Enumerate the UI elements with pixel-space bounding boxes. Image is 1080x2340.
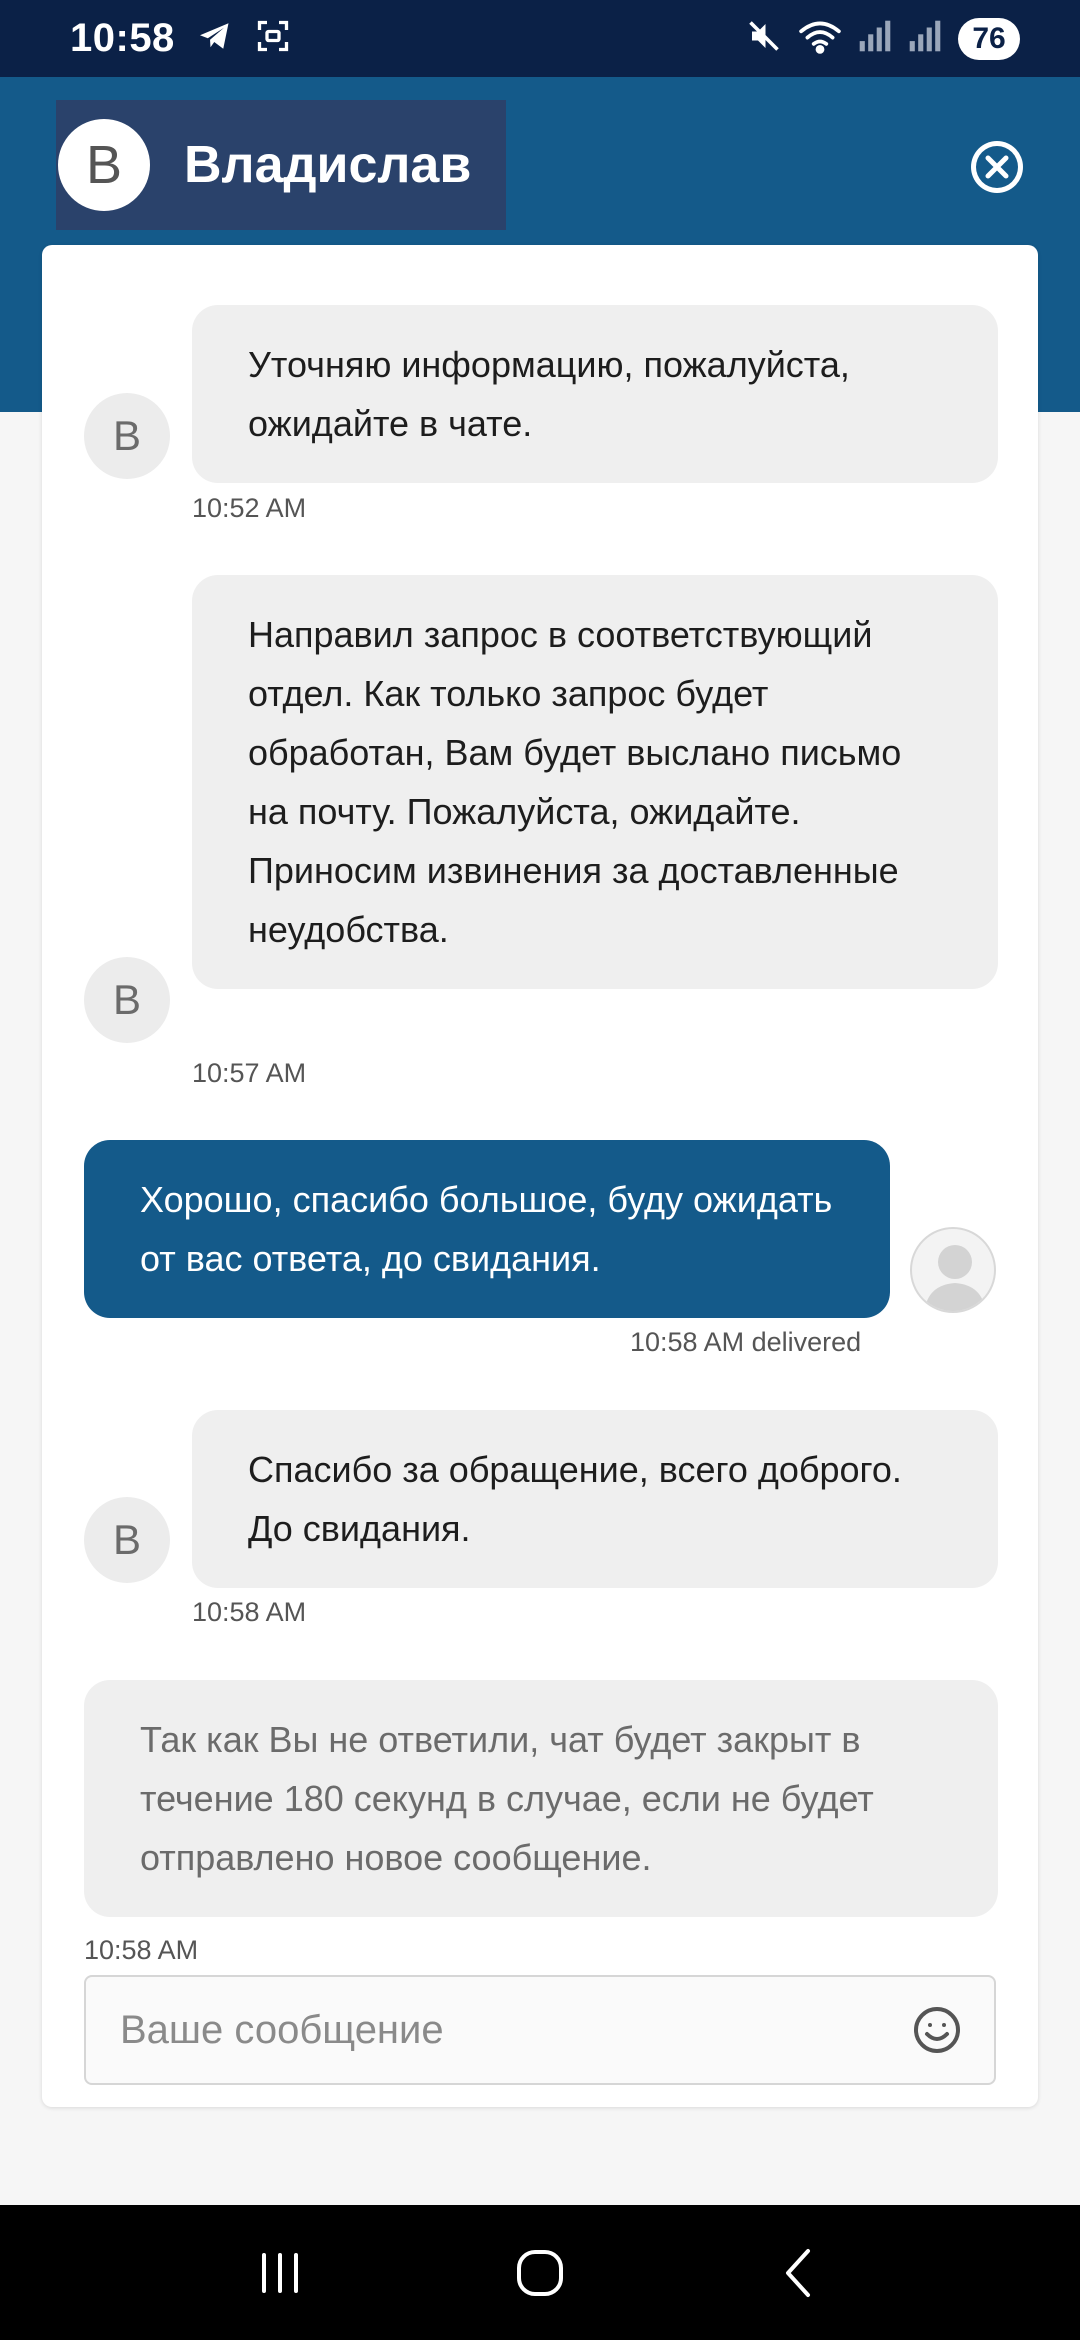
message-text: Направил запрос в соответствующий отдел.… [248, 614, 902, 950]
status-bar: 10:58 76 [0, 0, 1080, 77]
message-time: 10:58 AM [84, 1935, 199, 1965]
emoji-icon [914, 2007, 960, 2053]
message-text: Так как Вы не ответили, чат будет закрыт… [140, 1719, 874, 1878]
message-input[interactable] [86, 1977, 902, 2083]
home-icon [517, 2249, 563, 2296]
back-button[interactable] [755, 2228, 845, 2318]
close-icon [971, 141, 1023, 193]
agent-avatar: В [58, 119, 150, 211]
message-time: 10:58 AM [192, 1597, 307, 1627]
agent-message-avatar: В [84, 957, 170, 1043]
message-text: Хорошо, спасибо большое, буду ожидать от… [140, 1179, 833, 1279]
signal-icon [858, 19, 892, 58]
agent-message-avatar: В [84, 1497, 170, 1583]
agent-name: Владислав [184, 136, 472, 194]
telegram-icon [197, 18, 233, 59]
signal-icon-2 [908, 19, 942, 58]
message-time-clip: 10:58 AM [84, 1935, 998, 1965]
message-text: Спасибо за обращение, всего доброго. До … [248, 1449, 902, 1549]
agent-message: Направил запрос в соответствующий отдел.… [192, 575, 998, 989]
agent-message: Спасибо за обращение, всего доброго. До … [192, 1410, 998, 1588]
message-input-box [84, 1975, 996, 2085]
recents-button[interactable] [235, 2228, 325, 2318]
agent-message-avatar: В [84, 393, 170, 479]
system-message: Так как Вы не ответили, чат будет закрыт… [84, 1680, 998, 1917]
back-icon [786, 2248, 810, 2297]
user-avatar [910, 1227, 996, 1313]
chat-panel: Уточняю информацию, пожалуйста, ожидайте… [42, 245, 1038, 2107]
screenshot-icon [255, 18, 291, 59]
navigation-bar [0, 2205, 1080, 2340]
wifi-icon [798, 18, 842, 59]
close-button[interactable] [968, 138, 1026, 196]
home-button[interactable] [495, 2228, 585, 2318]
message-time: 10:57 AM [192, 1058, 307, 1088]
status-time: 10:58 [70, 16, 175, 60]
message-time-status: 10:58 AM delivered [630, 1327, 862, 1357]
battery-indicator: 76 [958, 17, 1020, 60]
status-right: 76 [746, 17, 1020, 60]
agent-message: Уточняю информацию, пожалуйста, ожидайте… [192, 305, 998, 483]
user-placeholder-icon [924, 1245, 986, 1311]
mute-icon [746, 18, 782, 59]
user-message: Хорошо, спасибо большое, буду ожидать от… [84, 1140, 890, 1318]
recents-icon [262, 2252, 298, 2293]
agent-header: В Владислав [56, 100, 506, 230]
message-text: Уточняю информацию, пожалуйста, ожидайте… [248, 344, 850, 444]
emoji-button[interactable] [902, 1995, 972, 2065]
status-left: 10:58 [70, 16, 291, 61]
message-time: 10:52 AM [192, 493, 307, 523]
